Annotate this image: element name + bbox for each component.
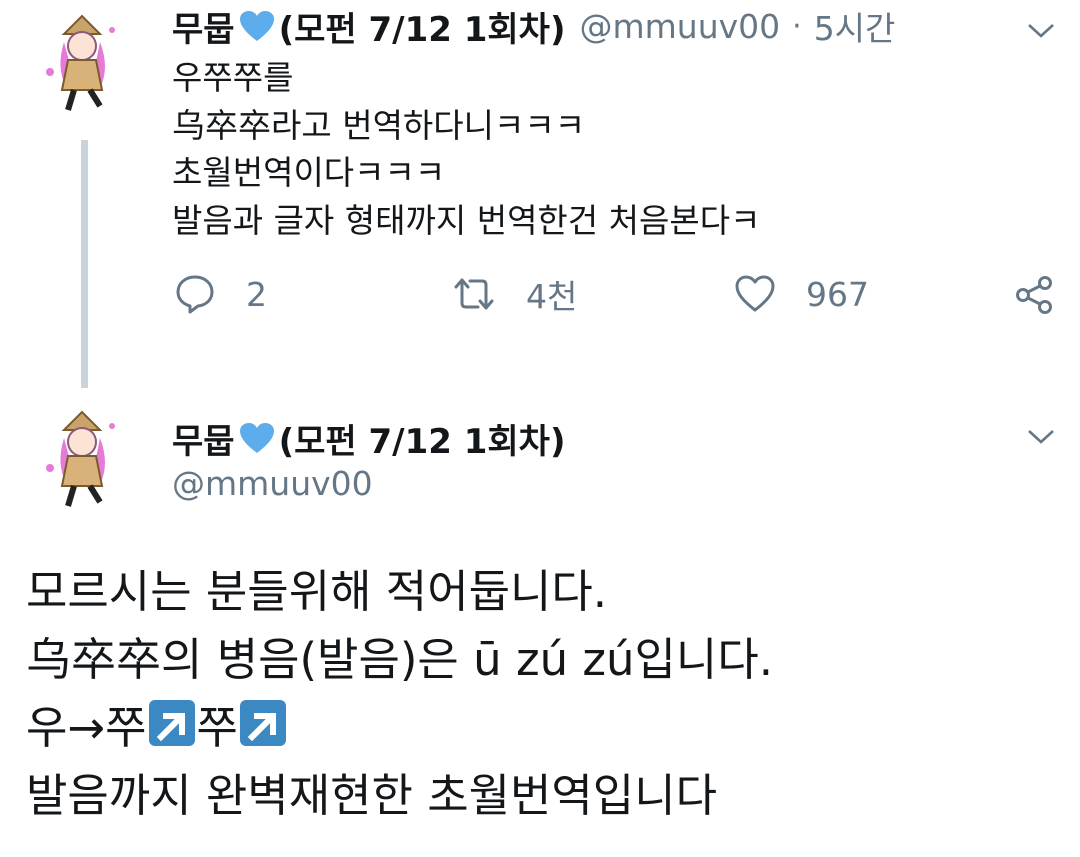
chevron-down-icon[interactable] bbox=[1026, 20, 1056, 40]
tweet-header: 무뭅 (모펀 7/12 1회차) @mmuuv00 · 5시간 bbox=[172, 2, 896, 51]
reply-icon bbox=[176, 275, 214, 314]
tweet-line: 발음과 글자 형태까지 번역한건 처음본다ㅋ bbox=[172, 200, 761, 240]
line-text: 쭈 bbox=[196, 701, 238, 754]
like-count: 967 bbox=[806, 274, 869, 314]
thread-line bbox=[81, 140, 88, 388]
blue-heart-icon bbox=[239, 423, 274, 453]
tweet-line: 乌卒卒라고 번역하다니ㅋㅋㅋ bbox=[172, 105, 586, 145]
line-text: 우→쭈 bbox=[26, 701, 147, 754]
avatar-icon bbox=[46, 410, 115, 507]
display-name-suffix: (모펀 7/12 1회차) bbox=[278, 421, 566, 462]
retweet-button[interactable]: 4천 bbox=[452, 272, 577, 316]
user-handle[interactable]: @mmuuv00 bbox=[579, 7, 780, 46]
tweet-body: 우쭈쭈를 乌卒卒라고 번역하다니ㅋㅋㅋ 초월번역이다ㅋㅋㅋ 발음과 글자 형태까… bbox=[172, 54, 760, 244]
tweet-line: 모르시는 분들위해 적어둡니다. bbox=[26, 565, 608, 618]
tweet-line: 초월번역이다ㅋㅋㅋ bbox=[172, 153, 446, 192]
retweet-icon bbox=[454, 278, 494, 310]
avatar[interactable] bbox=[42, 408, 122, 507]
blue-heart-icon bbox=[239, 11, 274, 41]
avatar[interactable] bbox=[42, 12, 122, 111]
share-icon[interactable] bbox=[1014, 274, 1056, 316]
up-right-arrow-icon bbox=[148, 700, 195, 746]
avatar-icon bbox=[46, 14, 115, 111]
tweet-header: 무뭅 (모펀 7/12 1회차) bbox=[172, 414, 566, 463]
heart-icon bbox=[735, 275, 775, 312]
reply-count: 2 bbox=[246, 274, 267, 314]
timestamp[interactable]: 5시간 bbox=[814, 2, 896, 50]
chevron-down-icon[interactable] bbox=[1026, 426, 1056, 446]
tweet-line: 乌卒卒의 병음(발음)은 ū zú zú입니다. bbox=[26, 633, 774, 686]
display-name-suffix: (모펀 7/12 1회차) bbox=[278, 9, 566, 50]
user-handle[interactable]: @mmuuv00 bbox=[172, 464, 373, 503]
up-right-arrow-icon bbox=[239, 700, 286, 746]
reply-button[interactable]: 2 bbox=[174, 272, 267, 316]
tweet-line: 우쭈쭈를 bbox=[172, 58, 294, 97]
tweet-line: 발음까지 완벽재현한 초월번역입니다 bbox=[26, 769, 718, 822]
tweet-line: 우→쭈 쭈 bbox=[26, 694, 773, 762]
tweet-body: 모르시는 분들위해 적어둡니다. 乌卒卒의 병음(발음)은 ū zú zú입니다… bbox=[26, 558, 773, 830]
display-name[interactable]: 무뭅 bbox=[172, 414, 235, 463]
display-name[interactable]: 무뭅 bbox=[172, 2, 235, 51]
retweet-count: 4천 bbox=[526, 277, 578, 316]
separator-dot: · bbox=[792, 8, 802, 44]
like-button[interactable]: 967 bbox=[734, 272, 869, 316]
